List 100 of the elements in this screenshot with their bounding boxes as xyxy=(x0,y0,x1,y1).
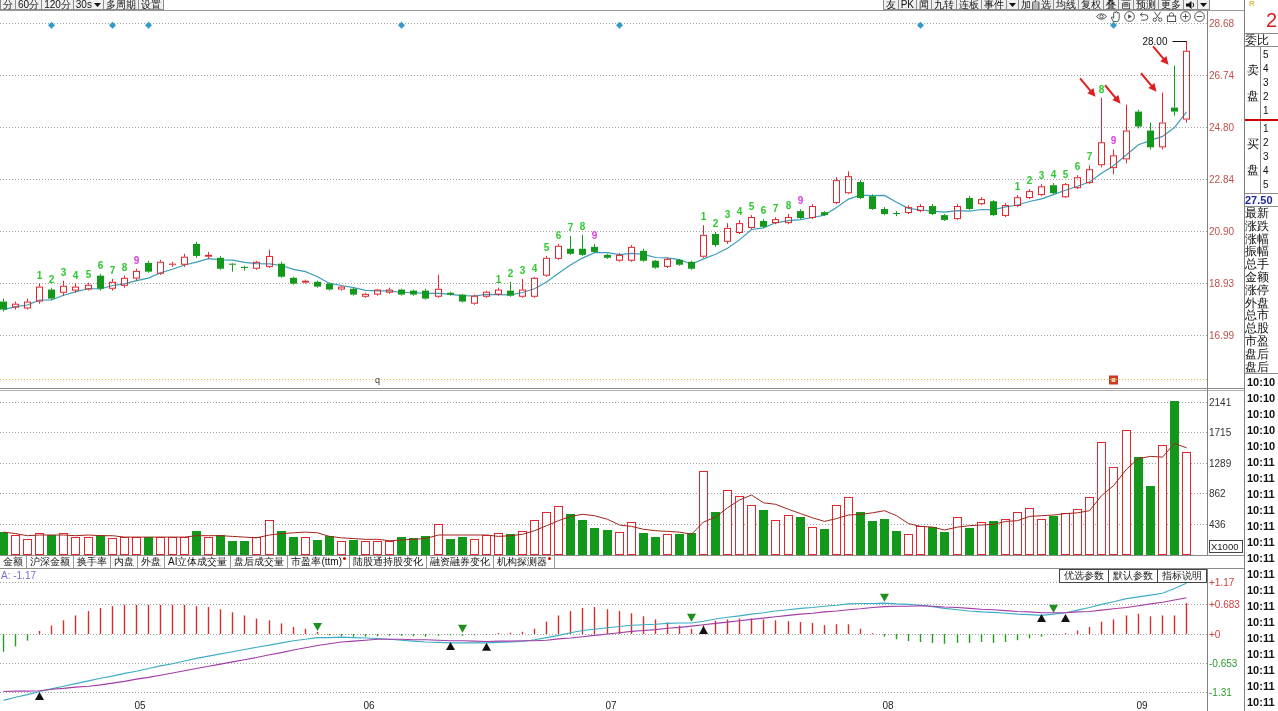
market-label: R xyxy=(1248,0,1256,8)
time-label: 10:11 xyxy=(1246,503,1276,519)
count-label: 7 xyxy=(109,264,116,276)
count-label: 4 xyxy=(72,269,79,281)
count-label: 1 xyxy=(495,273,502,285)
time-label: 10:11 xyxy=(1246,487,1276,503)
count-label: 6 xyxy=(555,229,562,241)
axis-label: 862 xyxy=(1209,488,1226,499)
level-number: 2 xyxy=(1262,136,1270,150)
time-label: 10:11 xyxy=(1246,647,1276,663)
level-number: 1 xyxy=(1262,122,1270,136)
time-label: 10:11 xyxy=(1246,695,1276,711)
field-label: 最新 xyxy=(1245,207,1270,220)
axis-label: 1715 xyxy=(1209,427,1232,438)
count-label: 3 xyxy=(724,209,731,221)
axis-label: 06 xyxy=(363,700,375,711)
field-label: 盘后 xyxy=(1245,347,1270,361)
price-label: 28.00 xyxy=(1142,35,1168,47)
time-label: 10:11 xyxy=(1246,535,1276,551)
time-label: 10:11 xyxy=(1246,615,1276,631)
count-label: 8 xyxy=(121,261,128,273)
time-label: 10:11 xyxy=(1246,455,1276,471)
count-label: 6 xyxy=(1074,161,1081,173)
field-label: 外盘 xyxy=(1245,296,1270,310)
count-label: 7 xyxy=(1086,151,1093,163)
level-number: 5 xyxy=(1262,48,1270,62)
field-label: 振幅 xyxy=(1245,245,1270,259)
count-label: 3 xyxy=(60,266,67,278)
count-label: 6 xyxy=(760,205,767,217)
count-label: 8 xyxy=(1098,83,1105,95)
time-label: 10:11 xyxy=(1246,567,1276,583)
time-label: 10:11 xyxy=(1246,599,1276,615)
level-number: 1 xyxy=(1262,104,1270,118)
field-label: 市盈 xyxy=(1245,334,1270,348)
time-label: 10:11 xyxy=(1246,679,1276,695)
field-label: 委比 xyxy=(1245,33,1278,47)
time-label: 10:11 xyxy=(1246,519,1276,535)
axis-label: 436 xyxy=(1209,519,1226,530)
axis-label: 09 xyxy=(1136,700,1148,711)
axis-label: 05 xyxy=(134,700,146,711)
axis-label: -0.653 xyxy=(1209,658,1238,669)
count-label: 5 xyxy=(748,201,755,213)
count-label: 9 xyxy=(591,229,598,241)
axis-label: 26.74 xyxy=(1209,70,1235,81)
count-label: 9 xyxy=(1110,135,1117,147)
time-label: 10:11 xyxy=(1246,663,1276,679)
axis-label: 28.68 xyxy=(1209,18,1235,29)
side-label: 买盘 xyxy=(1246,136,1259,179)
axis-label: +0 xyxy=(1209,629,1221,640)
level-number: 5 xyxy=(1262,178,1270,192)
count-label: 1 xyxy=(700,211,707,223)
count-label: 7 xyxy=(567,221,574,233)
count-label: 7 xyxy=(772,203,779,215)
count-label: 5 xyxy=(1062,169,1069,181)
time-label: 10:11 xyxy=(1246,471,1276,487)
field-label: 总手 xyxy=(1245,258,1270,271)
time-label: 10:11 xyxy=(1246,551,1276,567)
time-label: 10:10 xyxy=(1246,439,1277,455)
level-number: 4 xyxy=(1262,164,1270,178)
count-label: 1 xyxy=(36,269,43,281)
count-label: 5 xyxy=(543,241,550,253)
field-label: 涨停 xyxy=(1245,283,1270,297)
axis-label: 24.80 xyxy=(1209,122,1235,133)
time-label: 10:10 xyxy=(1246,423,1277,439)
field-label: 总股 xyxy=(1245,322,1270,335)
count-label: 9 xyxy=(133,254,140,266)
axis-label: 2141 xyxy=(1209,397,1232,408)
axis-label: 16.99 xyxy=(1209,330,1235,341)
axis-label: 07 xyxy=(605,700,617,711)
side-label: 卖盘 xyxy=(1246,62,1259,105)
count-label: 8 xyxy=(785,200,792,212)
count-label: 4 xyxy=(1050,169,1057,181)
note-label: q xyxy=(375,374,380,385)
time-label: 10:11 xyxy=(1246,631,1276,647)
count-label: 6 xyxy=(97,259,104,271)
time-label: 10:10 xyxy=(1246,407,1277,423)
axis-label: +1.17 xyxy=(1209,577,1235,588)
axis-label: +0.683 xyxy=(1209,599,1240,610)
price-value: 27.50 xyxy=(1245,193,1278,207)
count-label: 2 xyxy=(48,273,55,285)
field-label: 总市 xyxy=(1245,309,1270,323)
time-label: 10:11 xyxy=(1246,583,1276,599)
count-label: 2 xyxy=(712,217,719,229)
field-label: 涨幅 xyxy=(1245,232,1270,246)
unit-label: X1000 xyxy=(1209,540,1243,553)
price-display: 2 xyxy=(1264,8,1278,33)
count-label: 4 xyxy=(736,206,743,218)
level-number: 3 xyxy=(1262,76,1270,90)
axis-label: 20.90 xyxy=(1209,226,1235,237)
axis-label: 18.93 xyxy=(1209,278,1235,289)
count-label: 8 xyxy=(579,220,586,232)
level-number: 4 xyxy=(1262,62,1270,76)
count-label: 3 xyxy=(1038,170,1045,182)
axis-label: 22.84 xyxy=(1209,174,1235,185)
axis-label: -1.31 xyxy=(1209,687,1232,698)
count-label: 2 xyxy=(507,267,514,279)
axis-label: 1289 xyxy=(1209,458,1232,469)
field-label: 盘后 xyxy=(1245,360,1270,374)
field-label: 涨跌 xyxy=(1245,219,1270,233)
count-label: 3 xyxy=(519,264,526,276)
